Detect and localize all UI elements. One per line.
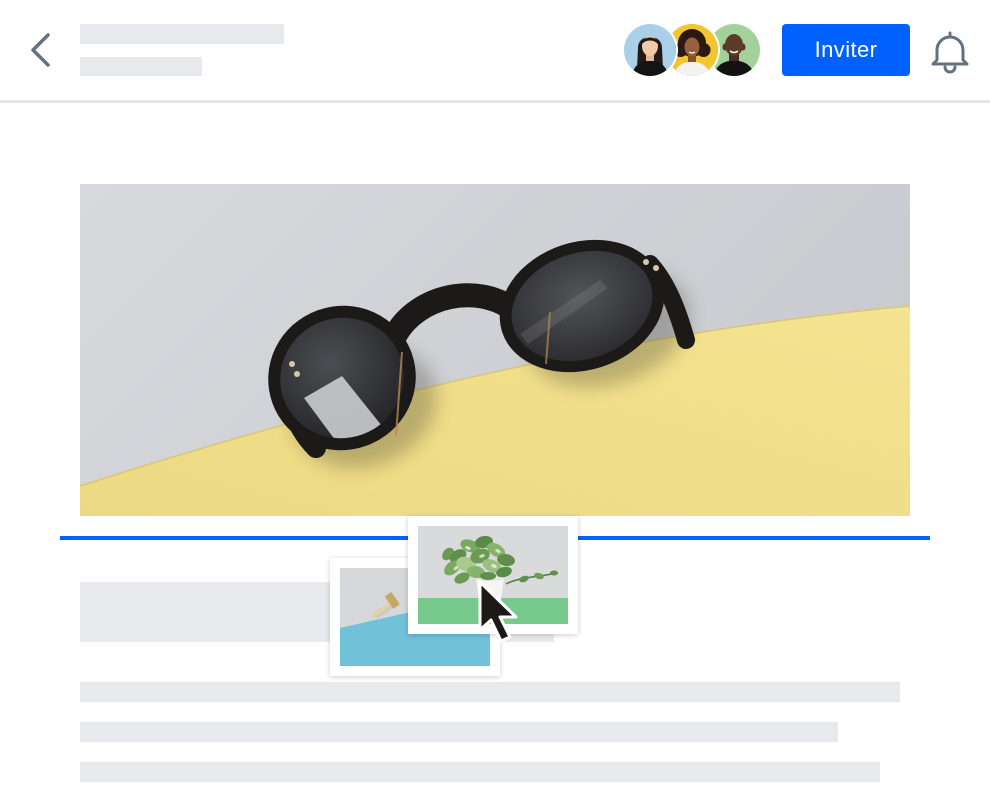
paragraph-line-skeleton — [80, 762, 880, 782]
avatar[interactable] — [624, 24, 676, 76]
chevron-left-icon — [31, 33, 50, 67]
collaborator-avatars[interactable] — [622, 22, 762, 78]
bell-icon — [931, 31, 969, 74]
arrow-cursor-icon — [478, 580, 518, 643]
document-subtitle-skeleton — [80, 57, 202, 76]
paragraph-line-skeleton — [80, 682, 900, 702]
invite-button[interactable]: Inviter — [782, 24, 910, 76]
sunglasses-photo — [80, 184, 910, 516]
top-bar: Inviter — [0, 0, 990, 103]
invite-button-label: Inviter — [814, 37, 878, 62]
back-button[interactable] — [24, 30, 58, 70]
avatar-woman-icon — [624, 24, 676, 76]
document-title-skeleton — [80, 24, 284, 44]
mouse-cursor — [474, 576, 524, 646]
document-image[interactable] — [80, 184, 910, 516]
notifications-button[interactable] — [926, 26, 974, 74]
document-editor: Inviter — [0, 0, 990, 800]
paragraph-line-skeleton — [80, 722, 838, 742]
